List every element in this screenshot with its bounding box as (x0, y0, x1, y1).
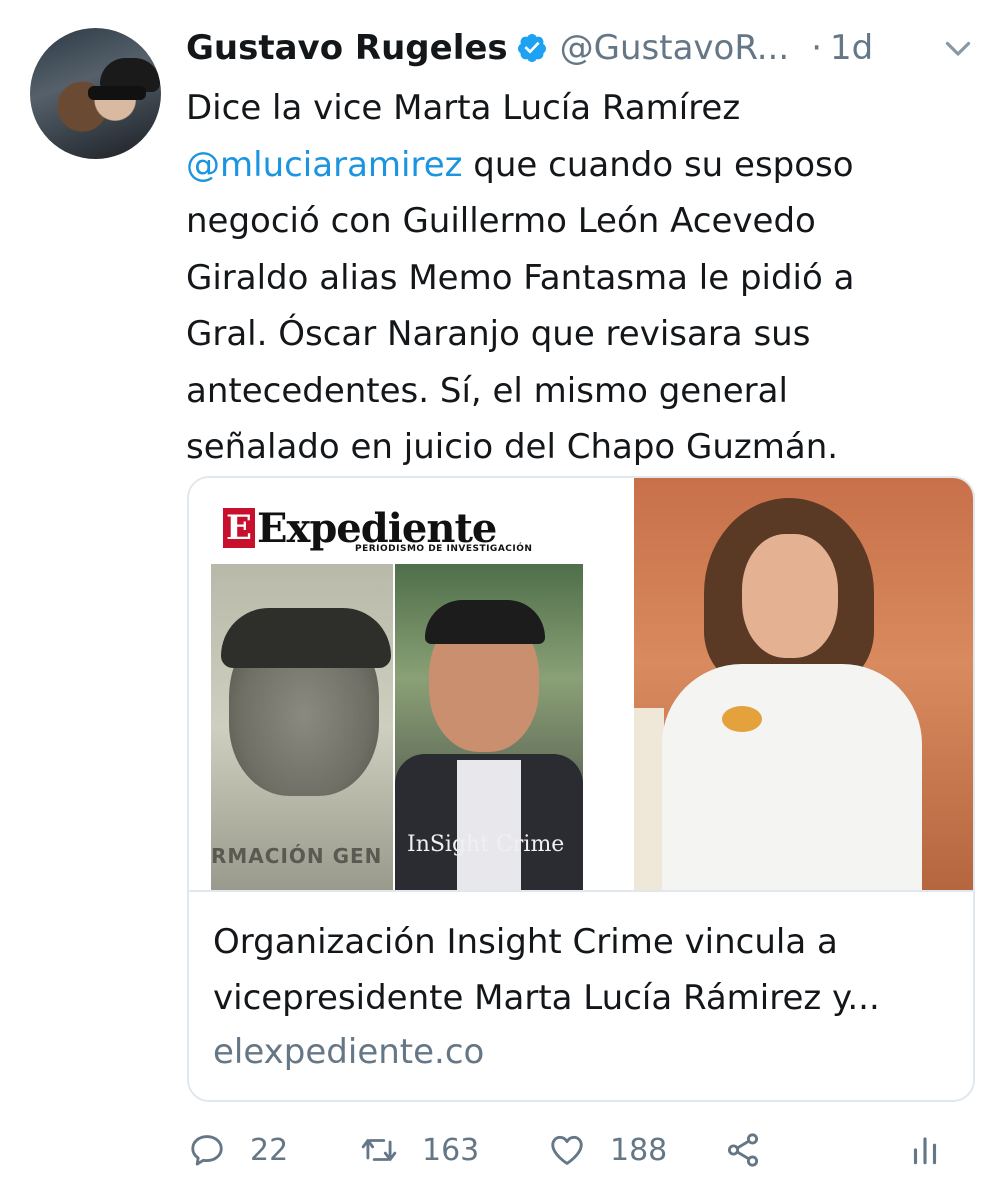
tweet-text-line: señalado en juicio del Chapo Guzmán. (186, 427, 839, 467)
timestamp[interactable]: 1d (830, 28, 873, 68)
author-name[interactable]: Gustavo Rugeles (186, 28, 508, 68)
id-card-caption: RMACIÓN GEN (211, 844, 383, 868)
tweet-text: Dice la vice Marta Lucía Ramírez @mlucia… (186, 80, 976, 476)
tweet-text-line: Giraldo alias Memo Fantasma le pidió a (186, 257, 855, 298)
photo-hair (221, 608, 391, 668)
insight-crime-watermark: InSight Crime (407, 832, 565, 857)
link-preview-card[interactable]: E Expediente PERIODISMO DE INVESTIGACIÓN… (187, 476, 975, 1102)
retweet-count: 163 (422, 1132, 480, 1168)
reply-button[interactable]: 22 (188, 1124, 288, 1176)
id-card-photo: RMACIÓN GEN (211, 564, 393, 890)
tweet-text-line: antecedentes. Sí, el mismo general (186, 370, 788, 411)
retweet-button[interactable]: 163 (360, 1124, 479, 1176)
tweet-text-line: Dice la vice Marta Lucía Ramírez (186, 88, 741, 128)
photo-shirt (457, 760, 521, 890)
card-domain[interactable]: elexpediente.co (213, 1032, 484, 1072)
tweet-text-line: Gral. Óscar Naranjo que revisara sus (186, 314, 811, 354)
card-title-line: Organización Insight Crime vincula a (213, 922, 838, 962)
photo-face (742, 534, 838, 658)
card-title-line: vicepresidente Marta Lucía Rámirez y... (213, 978, 880, 1018)
photo-jacket (662, 664, 922, 890)
tweet-text-line: negoció con Guillermo León Acevedo (186, 201, 816, 241)
separator-dot: · (811, 28, 822, 68)
tweet-text-fragment: que cuando su esposo (462, 144, 854, 185)
mention-link[interactable]: @mluciaramirez (186, 145, 462, 185)
avatar-glasses (88, 86, 146, 100)
tweet-header: Gustavo Rugeles @GustavoR... · 1d (186, 24, 976, 72)
photo-brooch (722, 706, 762, 732)
share-icon (727, 1133, 759, 1167)
share-button[interactable] (724, 1124, 762, 1176)
author-avatar[interactable] (30, 28, 161, 159)
like-count: 188 (610, 1132, 668, 1168)
tweet-actions: 22 163 188 (188, 1124, 948, 1176)
logo-mark: E (223, 508, 255, 548)
like-button[interactable]: 188 (548, 1124, 667, 1176)
card-title[interactable]: Organización Insight Crime vincula a vic… (213, 914, 953, 1026)
man-portrait-photo: InSight Crime (395, 564, 583, 890)
woman-portrait-photo (634, 478, 973, 890)
photo-hair (425, 600, 545, 644)
verified-badge-icon (517, 34, 546, 62)
chevron-down-icon[interactable] (940, 30, 976, 66)
card-image-collage: E Expediente PERIODISMO DE INVESTIGACIÓN… (189, 478, 634, 890)
photo-wall-panel (634, 708, 664, 890)
retweet-icon (361, 1139, 397, 1161)
tweet-text-line: @mluciaramirez que cuando su esposo (186, 137, 976, 194)
heart-icon (551, 1135, 583, 1165)
reply-icon (191, 1135, 223, 1166)
card-image[interactable]: E Expediente PERIODISMO DE INVESTIGACIÓN… (189, 478, 973, 892)
author-handle[interactable]: @GustavoR... (560, 28, 790, 68)
logo-tagline: PERIODISMO DE INVESTIGACIÓN (355, 544, 533, 554)
analytics-icon (913, 1137, 937, 1165)
analytics-button[interactable] (906, 1124, 944, 1176)
reply-count: 22 (250, 1132, 289, 1168)
